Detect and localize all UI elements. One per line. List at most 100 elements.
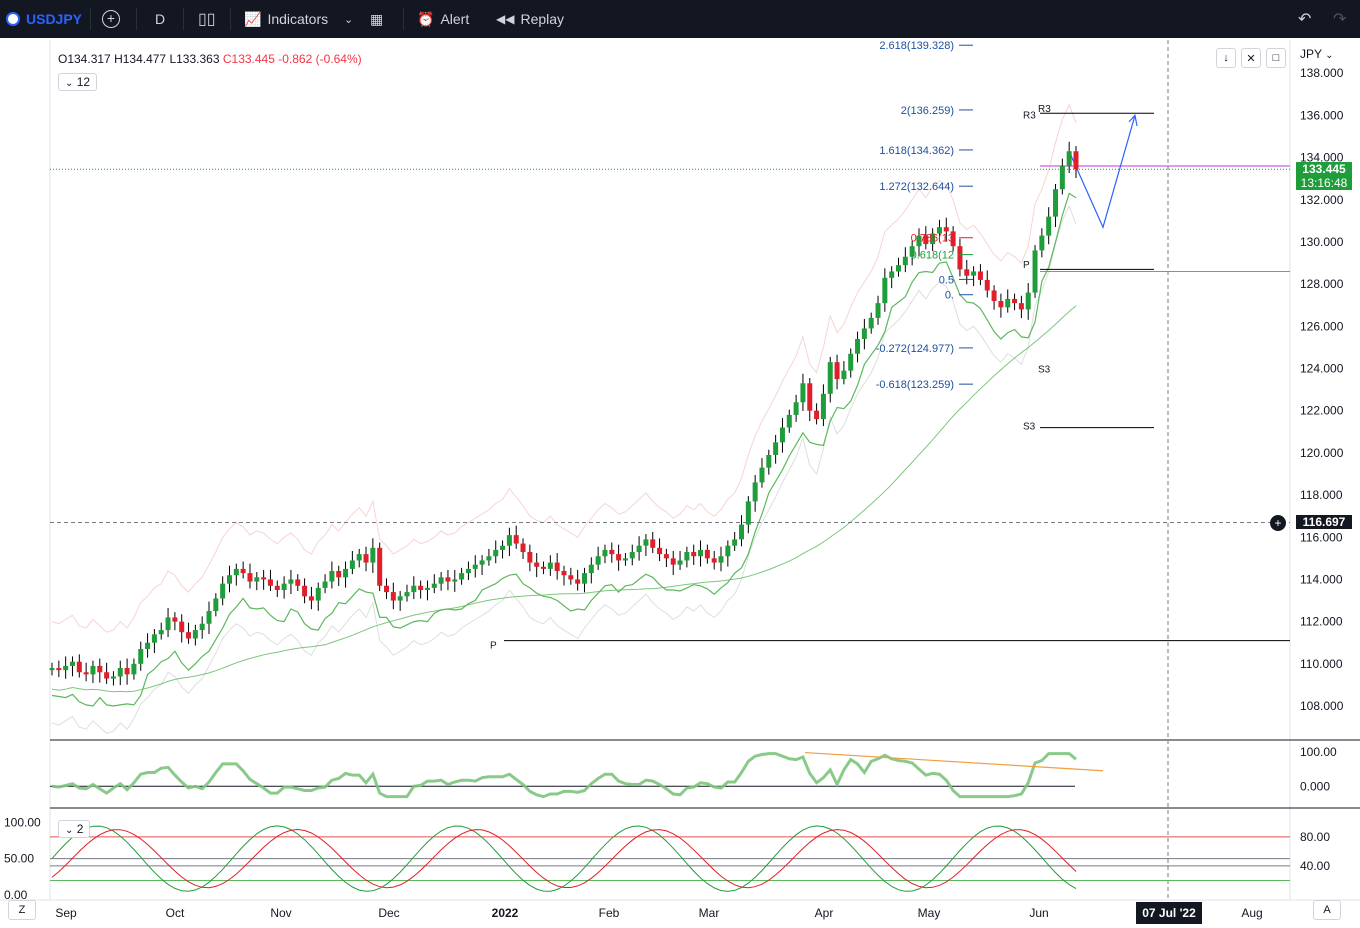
- fib-label: 0.: [945, 290, 954, 302]
- candle-body: [418, 585, 424, 590]
- candle-body: [438, 577, 444, 584]
- rsi-axis-label: 100.00: [1300, 745, 1337, 759]
- candle-body: [267, 579, 273, 586]
- candle-body: [356, 554, 362, 561]
- candle-body: [192, 630, 198, 639]
- indicator-count-badge[interactable]: ⌄ 12: [58, 73, 98, 91]
- candle-body: [820, 393, 826, 420]
- candle-body: [349, 560, 355, 569]
- candles-icon: ▯▯: [198, 11, 216, 28]
- auto-scale-button[interactable]: A: [1313, 900, 1341, 920]
- candle-body: [343, 568, 349, 578]
- currency-dropdown[interactable]: JPY ⌄: [1300, 47, 1334, 61]
- candle-body: [117, 668, 123, 677]
- candle-body: [69, 661, 75, 666]
- compare-button[interactable]: +: [102, 0, 120, 38]
- candle-body: [581, 573, 587, 584]
- redo-button[interactable]: ↷: [1333, 0, 1346, 38]
- currency-label: JPY: [1300, 47, 1322, 61]
- pivot-label: R3: [1023, 110, 1036, 121]
- candle-body: [56, 668, 62, 671]
- candle-body: [957, 246, 963, 270]
- chevron-down-icon: ⌄: [1325, 50, 1334, 61]
- candle-body: [602, 549, 608, 557]
- candle-body: [643, 539, 649, 546]
- rsi-axis-label: 0.000: [1300, 779, 1330, 793]
- candle-body: [465, 568, 471, 574]
- last-price: 133.445: [1302, 162, 1346, 176]
- stoch-badge[interactable]: ⌄ 2: [58, 820, 91, 838]
- candle-body: [308, 596, 314, 601]
- candle-body: [670, 558, 676, 565]
- price-tick-label: 120.000: [1300, 446, 1344, 460]
- interval-button[interactable]: D: [155, 0, 165, 38]
- candle-body: [158, 630, 164, 635]
- candle-body: [807, 383, 813, 411]
- time-zone-button[interactable]: Z: [8, 900, 36, 920]
- undo-button[interactable]: ↶: [1298, 0, 1311, 38]
- replay-label: Replay: [520, 11, 565, 27]
- last-price-badge: 133.445 13:16:48: [1296, 162, 1352, 190]
- candle-body: [561, 571, 567, 576]
- ohlc-legend: O134.317 H134.477 L133.363 C133.445 -0.8…: [58, 52, 362, 66]
- candle-body: [1018, 303, 1024, 310]
- collapse-icon: ✕: [1246, 52, 1256, 65]
- candle-body: [329, 571, 335, 582]
- candle-body: [629, 552, 635, 559]
- auto-scale-label: A: [1323, 904, 1331, 916]
- candle-body: [861, 328, 867, 339]
- replay-button[interactable]: ◀◀ Replay: [496, 0, 564, 38]
- fib-label: 0.786(13: [911, 233, 954, 245]
- candle-body: [855, 338, 861, 354]
- add-level-button[interactable]: +: [1270, 515, 1286, 531]
- candle-body: [718, 556, 724, 563]
- candle-body: [779, 427, 785, 443]
- price-tick-label: 108.000: [1300, 699, 1344, 713]
- candle-body: [868, 317, 874, 329]
- candle-body: [636, 545, 642, 553]
- candle-body: [984, 279, 990, 291]
- chart-type-button[interactable]: ▯▯: [198, 0, 216, 38]
- open-value: O134.317: [58, 52, 111, 66]
- candle-body: [486, 556, 492, 561]
- candle-body: [1066, 151, 1072, 167]
- candle-body: [472, 564, 478, 569]
- candle-body: [206, 611, 212, 624]
- candle-body: [138, 649, 144, 664]
- candle-body: [971, 271, 977, 276]
- candle-body: [315, 587, 321, 601]
- candle-body: [411, 585, 417, 593]
- candle-body: [711, 558, 717, 563]
- indicators-button[interactable]: 📈 Indicators: [244, 0, 328, 38]
- layout-button[interactable]: ▦: [370, 0, 383, 38]
- crosshair-date: 07 Jul '22: [1142, 906, 1196, 920]
- candle-body: [1012, 298, 1018, 304]
- candle-body: [500, 545, 506, 550]
- pivot-label: P: [490, 641, 497, 652]
- collapse-button[interactable]: ✕: [1241, 48, 1261, 68]
- candle-body: [513, 535, 519, 544]
- candle-body: [1005, 298, 1011, 308]
- symbol-search-button[interactable]: USDJPY: [6, 0, 82, 38]
- candle-body: [725, 545, 731, 557]
- chart-canvas[interactable]: R3R3 P P S3 S3 2.618(139.328) 2(136.259) 1.618…: [0, 38, 1360, 928]
- candle-body: [991, 290, 997, 302]
- stoch-axis-label: 80.00: [1300, 830, 1330, 844]
- candle-body: [875, 303, 881, 318]
- projection-arrow: [1070, 115, 1136, 229]
- badge-count: 12: [76, 75, 91, 89]
- candle-body: [479, 560, 485, 565]
- alarm-clock-icon: ⏰: [417, 10, 435, 27]
- candle-body: [445, 577, 451, 582]
- alert-button[interactable]: ⏰ Alert: [417, 0, 469, 38]
- scroll-down-button[interactable]: ↓: [1216, 48, 1236, 68]
- maximize-button[interactable]: □: [1266, 48, 1286, 68]
- fib-label: -0.272(124.977): [876, 343, 954, 355]
- undo-icon: ↶: [1298, 11, 1312, 28]
- candle-body: [534, 562, 540, 567]
- candle-body: [520, 543, 526, 553]
- candle-body: [431, 583, 437, 588]
- indicator-templates-dropdown[interactable]: ⌄: [344, 0, 353, 38]
- candle-body: [773, 442, 779, 455]
- candle-body: [110, 676, 116, 679]
